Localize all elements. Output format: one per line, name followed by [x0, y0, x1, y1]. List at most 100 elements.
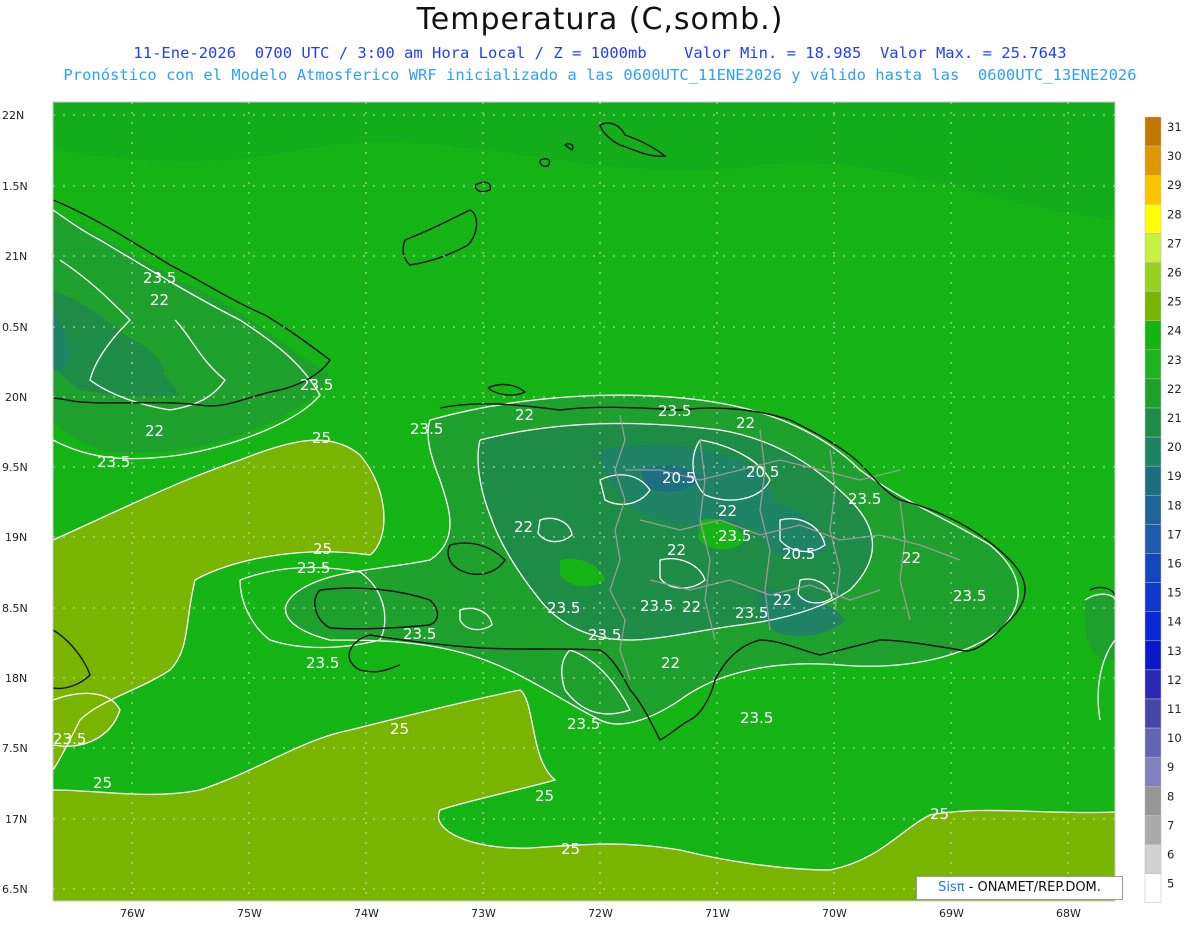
contour-label: 23.5	[735, 604, 768, 622]
colorbar-swatch	[1144, 116, 1162, 147]
svg-text:17N: 17N	[5, 813, 27, 826]
contour-label: 25	[313, 540, 332, 558]
colorbar-label: 20	[1167, 440, 1182, 454]
svg-text:1.5N: 1.5N	[2, 180, 28, 193]
contour-label: 23.5	[658, 402, 691, 420]
svg-text:74W: 74W	[354, 907, 379, 920]
svg-text:21N: 21N	[5, 250, 27, 263]
colorbar-label: 12	[1167, 673, 1182, 687]
contour-label: 25	[535, 787, 554, 805]
colorbar-label: 27	[1167, 236, 1182, 250]
contour-label: 22	[902, 549, 921, 567]
contour-label: 25	[93, 774, 112, 792]
colorbar-swatch	[1144, 611, 1162, 642]
svg-text:69W: 69W	[939, 907, 964, 920]
colorbar-swatch	[1144, 756, 1162, 787]
colorbar-swatch	[1144, 378, 1162, 409]
contour-label: 22	[515, 406, 534, 424]
colorbar-swatch	[1144, 145, 1162, 176]
svg-text:9.5N: 9.5N	[2, 461, 28, 474]
colorbar-swatch	[1144, 698, 1162, 729]
colorbar-label: 17	[1167, 527, 1182, 541]
contour-label: 22	[773, 591, 792, 609]
colorbar-label: 19	[1167, 469, 1182, 483]
colorbar-swatch	[1144, 582, 1162, 612]
contour-label: 20.5	[746, 463, 779, 481]
colorbar-swatch	[1144, 436, 1162, 467]
contour-label: 22	[661, 654, 680, 672]
colorbar-label: 6	[1167, 848, 1174, 862]
colorbar-swatch	[1144, 262, 1162, 292]
contour-label: 23.5	[143, 269, 176, 287]
colorbar-swatch	[1144, 407, 1162, 438]
contour-label: 20.5	[662, 469, 695, 487]
colorbar-swatch	[1144, 233, 1162, 263]
contour-label: 22	[145, 422, 164, 440]
svg-text:20N: 20N	[5, 391, 27, 404]
contour-label: 22	[667, 541, 686, 559]
colorbar-label: 13	[1167, 644, 1182, 658]
colorbar-label: 11	[1167, 702, 1182, 716]
colorbar-label: 15	[1167, 586, 1182, 600]
colorbar-swatch	[1144, 465, 1162, 496]
colorbar-swatch	[1144, 727, 1162, 758]
contour-label: 23.5	[410, 420, 443, 438]
credit-text: - ONAMET/REP.DOM.	[964, 880, 1101, 895]
colorbar-swatch	[1144, 320, 1162, 351]
colorbar-swatch	[1144, 669, 1162, 700]
colorbar-label: 9	[1167, 760, 1174, 774]
colorbar-swatch	[1144, 174, 1162, 205]
svg-text:71W: 71W	[705, 907, 730, 920]
colorbar-label: 25	[1167, 295, 1182, 309]
shaded-field: 23.5 22 23.5 22 23.5 25 23.5 22 23.5 22 …	[53, 102, 1115, 901]
colorbar-swatch	[1144, 495, 1162, 525]
svg-text:18N: 18N	[5, 672, 27, 685]
colorbar-swatch	[1144, 873, 1162, 903]
contour-label: 22	[736, 414, 755, 432]
contour-label: 22	[150, 291, 169, 309]
svg-text:70W: 70W	[822, 907, 847, 920]
temperature-map: 23.5 22 23.5 22 23.5 25 23.5 22 23.5 22 …	[2, 101, 1182, 920]
colorbar-label: 28	[1167, 207, 1182, 221]
contour-label: 23.5	[53, 730, 86, 748]
contour-label: 22	[718, 502, 737, 520]
contour-label: 25	[930, 805, 949, 823]
colorbar-label: 16	[1167, 557, 1182, 571]
svg-text:22N: 22N	[2, 109, 24, 122]
contour-label: 23.5	[403, 625, 436, 643]
colorbar-label: 10	[1167, 731, 1182, 745]
contour-label: 23.5	[848, 490, 881, 508]
contour-label: 22	[514, 518, 533, 536]
colorbar-swatch	[1144, 640, 1162, 671]
contour-label: 23.5	[97, 453, 130, 471]
svg-text:7.5N: 7.5N	[2, 742, 28, 755]
svg-text:0.5N: 0.5N	[2, 321, 28, 334]
contour-label: 25	[561, 840, 580, 858]
contour-label: 23.5	[297, 559, 330, 577]
colorbar-label: 18	[1167, 498, 1182, 512]
svg-text:76W: 76W	[120, 907, 145, 920]
colorbar-label: 29	[1167, 178, 1182, 192]
contour-label: 23.5	[640, 597, 673, 615]
credit-box: Sisπ - ONAMET/REP.DOM.	[916, 876, 1123, 900]
svg-text:68W: 68W	[1056, 907, 1081, 920]
contour-label: 23.5	[306, 654, 339, 672]
contour-label: 23.5	[953, 587, 986, 605]
colorbar-swatch	[1144, 786, 1162, 816]
colorbar-label: 8	[1167, 789, 1174, 803]
contour-label: 23.5	[547, 599, 580, 617]
contour-label: 23.5	[588, 626, 621, 644]
sispi-logo: Sisπ	[938, 880, 965, 895]
colorbar-swatch	[1144, 553, 1162, 583]
colorbar-swatch	[1144, 844, 1162, 874]
colorbar-label: 31	[1167, 120, 1182, 134]
colorbar-label: 7	[1167, 818, 1174, 832]
latitude-axis: 22N 1.5N 21N 0.5N 20N 9.5N 19N 8.5N 18N …	[2, 109, 28, 896]
colorbar-swatch	[1144, 815, 1162, 845]
contour-label: 25	[390, 720, 409, 738]
colorbar-swatch	[1144, 291, 1162, 321]
contour-label: 23.5	[718, 527, 751, 545]
contour-label: 25	[312, 429, 331, 447]
contour-label: 23.5	[300, 376, 333, 394]
contour-label: 23.5	[567, 715, 600, 733]
